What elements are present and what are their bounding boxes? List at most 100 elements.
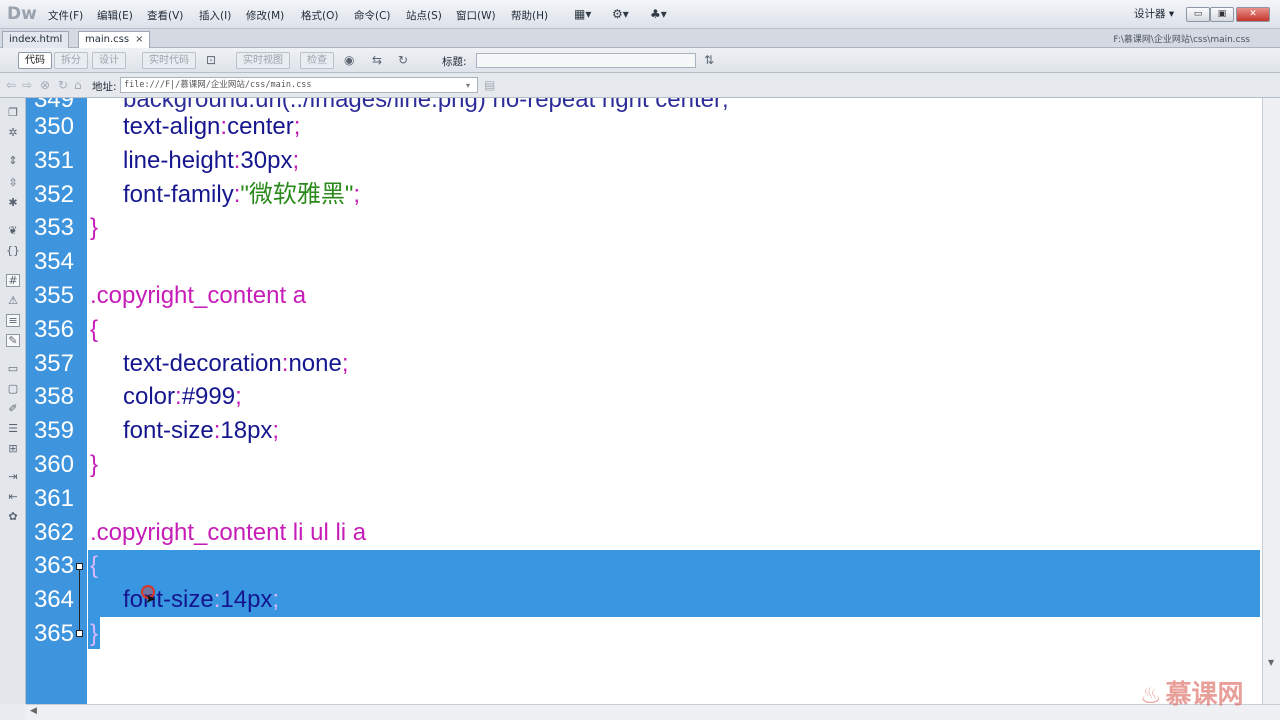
word-wrap-icon[interactable]: ≡	[6, 314, 20, 327]
title-field[interactable]	[476, 53, 696, 68]
syntax-coloring-icon[interactable]: ✎	[6, 334, 20, 347]
code-view-button[interactable]: 代码	[18, 52, 52, 69]
menu-file[interactable]: 文件(F)	[48, 8, 83, 23]
menu-site[interactable]: 站点(S)	[406, 8, 442, 23]
tab-index-html[interactable]: index.html	[2, 31, 70, 48]
scroll-left-icon[interactable]: ◀	[30, 706, 37, 716]
line-numbers-icon[interactable]: #	[6, 274, 20, 287]
extend-icon[interactable]: ⚙▾	[612, 7, 629, 21]
inspect-button[interactable]: 检查	[300, 52, 334, 69]
address-dropdown-icon[interactable]: ▾	[466, 81, 470, 90]
line-number: 361	[33, 485, 74, 512]
layout-icon[interactable]: ▦▾	[574, 7, 591, 21]
mouse-pointer-icon: ➤	[145, 592, 156, 607]
site-icon[interactable]: ♣▾	[650, 7, 667, 21]
close-button[interactable]: ✕	[1236, 7, 1270, 22]
format-source-icon[interactable]: ✿	[6, 510, 20, 523]
line-number: 362	[33, 519, 74, 546]
refresh-icon[interactable]: ↻	[398, 53, 408, 67]
code-line-365: }	[90, 620, 99, 647]
file-management-icon[interactable]: ⇅	[704, 53, 714, 67]
menu-help[interactable]: 帮助(H)	[511, 8, 548, 23]
recent-snippets-icon[interactable]: ☰	[6, 422, 20, 435]
menu-format[interactable]: 格式(O)	[301, 8, 338, 23]
code-line-350: text-align:center;	[123, 113, 301, 140]
scroll-down-icon[interactable]: ▼	[1268, 658, 1274, 667]
horizontal-scrollbar[interactable]: ◀	[26, 704, 1280, 720]
apply-comment-icon[interactable]: ▭	[6, 362, 20, 375]
collapse-tag-icon[interactable]: ⇕	[6, 154, 20, 167]
code-line-363: {	[90, 552, 99, 579]
remove-comment-icon[interactable]: ▢	[6, 382, 20, 395]
split-view-button[interactable]: 拆分	[54, 52, 88, 69]
coding-toolbar: ❐ ✲ ⇕ ⇳ ✱ ❦ {} # ⚠ ≡ ✎ ▭ ▢ ✐ ☰ ⊞ ⇥ ⇤ ✿	[0, 98, 26, 704]
line-number: 354	[33, 248, 74, 275]
line-number: 356	[33, 316, 74, 343]
forward-icon[interactable]: ⇨	[22, 78, 32, 92]
vertical-scrollbar[interactable]: ▼	[1262, 98, 1280, 704]
menu-view[interactable]: 查看(V)	[147, 8, 183, 23]
line-number: 358	[33, 383, 74, 410]
line-number: 352	[33, 181, 74, 208]
code-line-352: font-family:"微软雅黑";	[123, 181, 361, 208]
live-view-button[interactable]: 实时视图	[236, 52, 290, 69]
line-number: 359	[33, 417, 74, 444]
design-view-button[interactable]: 设计	[92, 52, 126, 69]
close-tab-icon[interactable]: ×	[135, 34, 143, 45]
menu-commands[interactable]: 命令(C)	[354, 8, 391, 23]
menu-edit[interactable]: 编辑(E)	[97, 8, 133, 23]
stop-icon[interactable]: ⊗	[40, 78, 50, 92]
refresh-icon[interactable]: ↻	[58, 78, 68, 92]
line-number: 350	[33, 113, 74, 140]
code-line-355: .copyright_content a	[90, 282, 307, 309]
home-icon[interactable]: ⌂	[74, 78, 82, 92]
browse-icon[interactable]: ▤	[484, 78, 495, 92]
open-documents-icon[interactable]: ❐	[6, 106, 20, 119]
collapse-selection-icon[interactable]: ⇳	[6, 176, 20, 189]
address-bar: ⇦ ⇨ ⊗ ↻ ⌂ 地址: file:///F|/慕课网/企业网站/css/ma…	[0, 73, 1280, 98]
watermark: ♨ 慕课网	[1140, 680, 1244, 710]
file-path: F:\慕课网\企业网站\css\main.css	[1113, 35, 1250, 45]
back-icon[interactable]: ⇦	[6, 78, 16, 92]
inspect-icon[interactable]: ⊡	[206, 53, 216, 67]
address-input[interactable]: file:///F|/慕课网/企业网站/css/main.css	[120, 77, 478, 93]
globe-icon[interactable]: ◉	[344, 53, 354, 67]
move-css-icon[interactable]: ⊞	[6, 442, 20, 455]
title-label: 标题:	[442, 56, 467, 68]
line-number: 355	[33, 282, 74, 309]
code-editor[interactable]: 349 350 351 352 353 354 355 356 357 358 …	[26, 98, 1262, 704]
live-code-button[interactable]: 实时代码	[142, 52, 196, 69]
workspace-switcher[interactable]: 设计器 ▾	[1134, 6, 1174, 21]
indent-icon[interactable]: ⇥	[6, 470, 20, 483]
select-parent-tag-icon[interactable]: ❦	[6, 224, 20, 237]
minimize-button[interactable]: ▭	[1186, 7, 1210, 22]
code-line-358: color:#999;	[123, 383, 242, 410]
fold-line	[79, 570, 80, 632]
fold-start-marker[interactable]	[76, 563, 83, 570]
show-code-navigator-icon[interactable]: ✲	[6, 126, 20, 139]
expand-all-icon[interactable]: ✱	[6, 196, 20, 209]
code-line-351: line-height:30px;	[123, 147, 300, 174]
highlight-invalid-icon[interactable]: ⚠	[6, 294, 20, 307]
tab-main-css[interactable]: main.css ×	[78, 31, 151, 48]
menu-insert[interactable]: 插入(I)	[199, 8, 231, 23]
line-number: 353	[33, 214, 74, 241]
outdent-icon[interactable]: ⇤	[6, 490, 20, 503]
document-toolbar: 代码 拆分 设计 实时代码 ⊡ 实时视图 检查 ◉ ⇆ ↻ 标题: ⇅	[0, 48, 1280, 73]
menu-window[interactable]: 窗口(W)	[456, 8, 496, 23]
wrap-tag-icon[interactable]: ✐	[6, 402, 20, 415]
line-number: 360	[33, 451, 74, 478]
code-line-357: text-decoration:none;	[123, 350, 349, 377]
line-number: 357	[33, 350, 74, 377]
fold-end-marker[interactable]	[76, 630, 83, 637]
code-line-360: }	[90, 451, 99, 478]
balance-braces-icon[interactable]: {}	[6, 244, 20, 257]
menu-modify[interactable]: 修改(M)	[246, 8, 284, 23]
code-line-362: .copyright_content li ul li a	[90, 519, 367, 546]
code-line-359: font-size:18px;	[123, 417, 280, 444]
restore-button[interactable]: ▣	[1210, 7, 1234, 22]
browser-check-icon[interactable]: ⇆	[372, 53, 382, 67]
menu-bar: Dw 文件(F) 编辑(E) 查看(V) 插入(I) 修改(M) 格式(O) 命…	[0, 0, 1280, 29]
line-number: 351	[33, 147, 74, 174]
code-line-356: {	[90, 316, 99, 343]
